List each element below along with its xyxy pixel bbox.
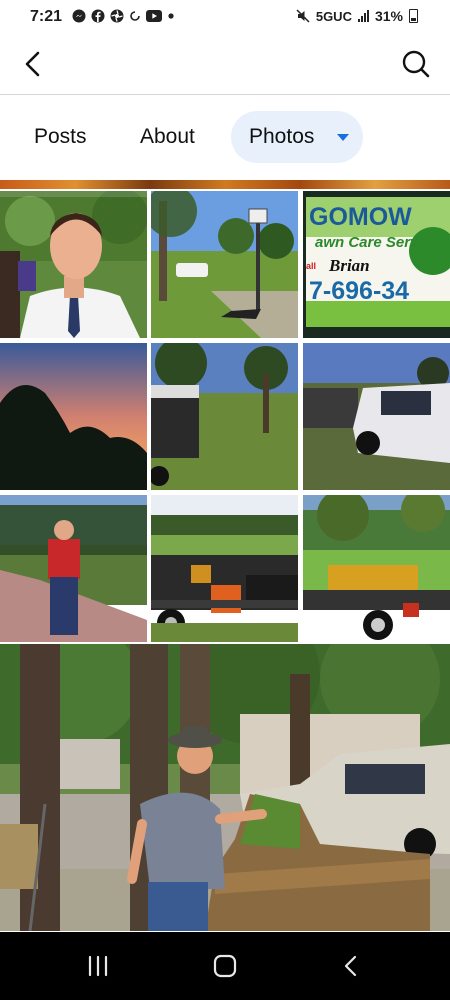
photo-truck-trailer-yard[interactable] xyxy=(151,343,298,490)
photo-man-red-shirt[interactable] xyxy=(0,495,147,642)
tab-posts[interactable]: Posts xyxy=(34,111,87,163)
sign-line-2: awn Care Servi xyxy=(315,234,423,251)
home-button[interactable] xyxy=(205,950,245,982)
tab-about[interactable]: About xyxy=(140,111,195,163)
top-bar xyxy=(0,34,450,95)
photo-man-in-tie[interactable] xyxy=(0,191,147,338)
chevron-left-icon xyxy=(25,51,40,77)
photo-strip-partial[interactable] xyxy=(0,180,450,189)
mute-icon xyxy=(296,9,310,23)
home-icon xyxy=(213,954,237,978)
photo-sunset[interactable] xyxy=(0,343,147,490)
sign-line-1: GOMOW xyxy=(309,203,412,231)
tab-photos[interactable]: Photos xyxy=(231,111,363,163)
system-nav-bar xyxy=(0,932,450,1000)
back-button[interactable] xyxy=(18,48,48,80)
status-right: 5GUC 31% xyxy=(296,8,418,24)
back-arrow-icon xyxy=(344,955,357,977)
recent-apps-icon xyxy=(88,955,108,977)
status-time: 7:21 xyxy=(30,8,63,25)
sync-icon xyxy=(130,11,140,21)
recent-apps-button[interactable] xyxy=(78,950,118,982)
photo-mowers-on-trailer[interactable] xyxy=(303,495,450,642)
sign-line-3: Brian xyxy=(328,256,370,275)
photo-basketball-hoop-yard[interactable] xyxy=(151,191,298,338)
tab-posts-label: Posts xyxy=(34,125,87,148)
profile-tabs: Posts About Photos xyxy=(0,95,450,180)
system-back-button[interactable] xyxy=(332,950,372,982)
search-icon xyxy=(402,50,430,78)
youtube-icon xyxy=(146,10,162,22)
facebook-icon xyxy=(91,9,105,23)
sign-small: all xyxy=(306,261,316,271)
pinwheel-icon xyxy=(110,9,124,23)
dot-icon xyxy=(168,13,174,19)
signal-icon xyxy=(357,10,369,22)
search-button[interactable] xyxy=(400,48,432,80)
dropdown-caret-icon xyxy=(337,134,349,141)
battery-percent: 31% xyxy=(374,8,403,24)
messenger-icon xyxy=(72,9,86,23)
sign-line-4: 7-696-34 xyxy=(309,277,409,305)
tab-photos-label: Photos xyxy=(249,125,315,148)
photo-man-with-sod[interactable] xyxy=(0,644,450,931)
photo-lawn-care-sign[interactable]: GOMOW awn Care Servi all Brian 7-696-34 xyxy=(303,191,450,338)
status-bar: 7:21 5GUC 31% xyxy=(0,0,450,34)
battery-icon xyxy=(409,9,418,23)
notification-icons xyxy=(72,9,175,23)
network-type: 5GUC xyxy=(315,8,352,24)
tab-about-label: About xyxy=(140,125,195,148)
photo-white-pickup[interactable] xyxy=(303,343,450,490)
photo-trailer-equipment[interactable] xyxy=(151,495,298,642)
